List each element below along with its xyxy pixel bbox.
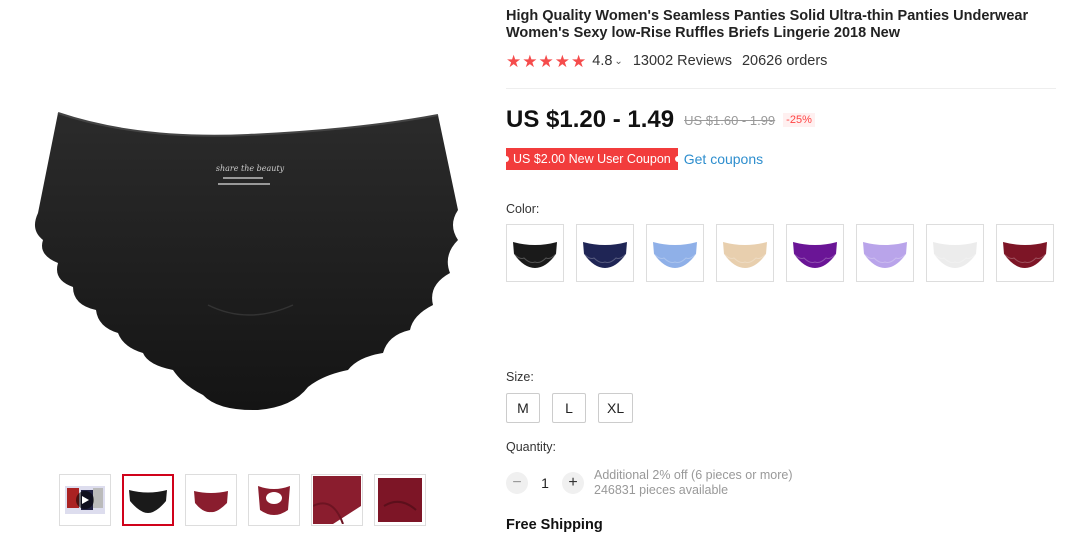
size-label: Size:: [506, 370, 534, 384]
star-icon: ★: [538, 51, 554, 71]
color-swatch-white[interactable]: [926, 224, 984, 282]
thumbnail-wine-flat[interactable]: [185, 474, 237, 526]
quantity-notes: Additional 2% off (6 pieces or more) 246…: [594, 468, 792, 498]
color-swatch-lavender[interactable]: [856, 224, 914, 282]
divider: [506, 88, 1056, 89]
color-swatch-wine-red[interactable]: [996, 224, 1054, 282]
color-swatches: [506, 224, 1066, 282]
product-info: High Quality Women's Seamless Panties So…: [506, 8, 1058, 70]
reviews-count[interactable]: 13002 Reviews: [633, 53, 732, 69]
thumbnail-wine-detail[interactable]: [311, 474, 363, 526]
quantity-stepper: − 1 + Additional 2% off (6 pieces or mor…: [506, 468, 792, 498]
size-options: M L XL: [506, 393, 634, 423]
coupon-row: US $2.00 New User Coupon Get coupons: [506, 148, 763, 170]
thumbnail-video[interactable]: [59, 474, 111, 526]
chevron-down-icon[interactable]: ⌄: [614, 56, 622, 67]
quantity-label: Quantity:: [506, 440, 557, 454]
size-option-m[interactable]: M: [506, 393, 540, 423]
rating-stars: ★ ★ ★ ★ ★: [506, 53, 586, 70]
svg-text:share the beauty: share the beauty: [216, 164, 285, 173]
new-user-coupon-badge: US $2.00 New User Coupon: [506, 148, 678, 170]
current-price: US $1.20 - 1.49: [506, 106, 675, 133]
thumbnail-wine-fabric[interactable]: [374, 474, 426, 526]
product-title: High Quality Women's Seamless Panties So…: [506, 8, 1029, 41]
color-swatch-black[interactable]: [506, 224, 564, 282]
discount-badge: -25%: [783, 113, 815, 127]
star-icon: ★: [571, 51, 587, 71]
color-label: Color:: [506, 202, 540, 216]
star-icon: ★: [506, 51, 522, 71]
stock-available: 246831 pieces available: [594, 483, 729, 497]
orders-count: 20626 orders: [741, 53, 828, 69]
color-swatch-purple[interactable]: [786, 224, 844, 282]
color-swatch-light-blue[interactable]: [646, 224, 704, 282]
thumbnail-wine-cutout[interactable]: [248, 474, 300, 526]
original-price: US $1.60 - 1.99: [684, 112, 776, 128]
quantity-decrease-button[interactable]: −: [506, 472, 528, 494]
star-icon: ★: [522, 51, 538, 71]
size-option-xl[interactable]: XL: [598, 393, 634, 423]
rating-row: ★ ★ ★ ★ ★ 4.8 ⌄ 13002 Reviews 20626 orde…: [506, 52, 1058, 70]
get-coupons-link[interactable]: Get coupons: [684, 151, 763, 167]
thumbnail-strip: [59, 474, 426, 526]
size-option-l[interactable]: L: [552, 393, 586, 423]
star-icon: ★: [554, 51, 570, 71]
thumbnail-black[interactable]: [122, 474, 174, 526]
color-swatch-beige[interactable]: [716, 224, 774, 282]
play-icon: [76, 491, 94, 509]
color-swatch-navy[interactable]: [576, 224, 634, 282]
price-row: US $1.20 - 1.49 US $1.60 - 1.99 -25%: [506, 106, 815, 134]
quantity-value[interactable]: 1: [528, 475, 562, 491]
rating-score[interactable]: 4.8: [592, 53, 612, 69]
quantity-increase-button[interactable]: +: [562, 472, 584, 494]
bulk-discount-note: Additional 2% off (6 pieces or more): [594, 468, 793, 482]
free-shipping: Free Shipping: [506, 517, 603, 533]
main-product-image[interactable]: share the beauty: [18, 95, 483, 425]
